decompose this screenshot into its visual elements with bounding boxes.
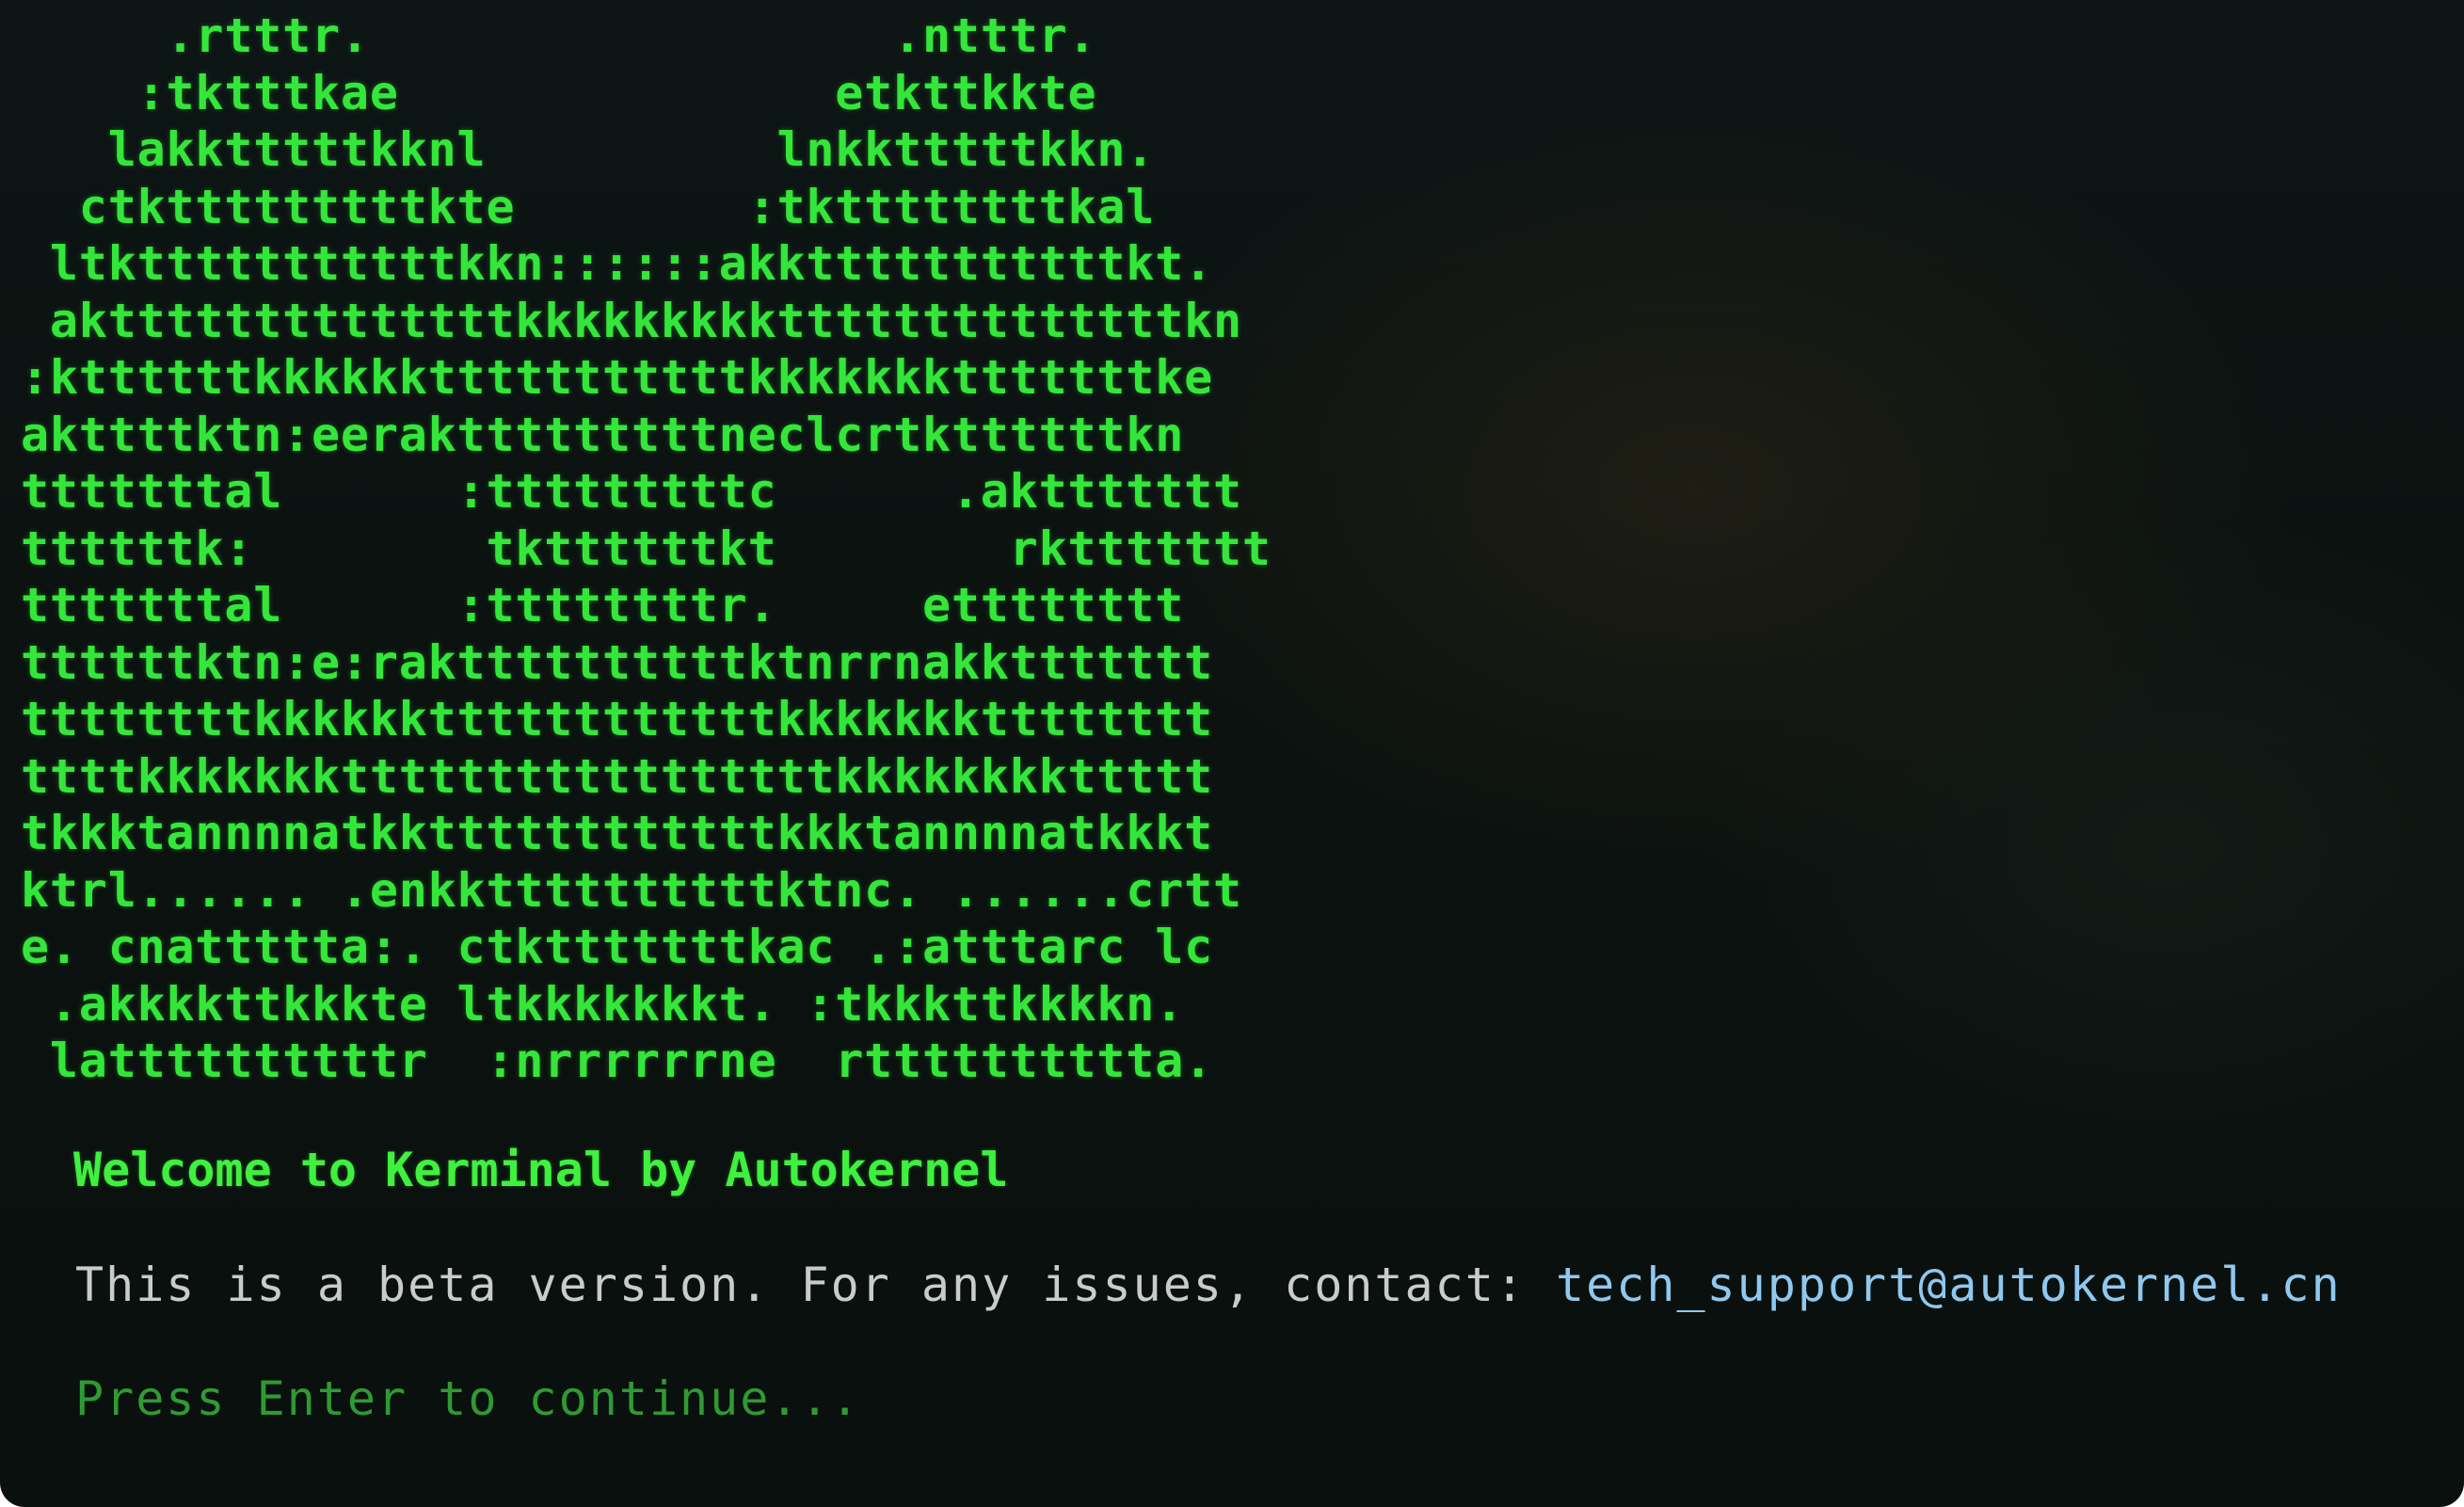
terminal-output: .rtttr. .ntttr. :tktttkae etkttkkte lakk… [21,8,1272,1090]
welcome-suffix: by Autokernel [611,1143,1009,1197]
welcome-message: Welcome to Kerminal by Autokernel [73,1143,1008,1197]
welcome-prefix: Welcome to [73,1143,386,1197]
support-email-link[interactable]: tech_support@autokernel.cn [1556,1258,2342,1312]
terminal-window[interactable]: .rtttr. .ntttr. :tktttkae etkttkkte lakk… [0,0,2464,1507]
beta-message: This is a beta version. For any issues, … [75,1258,1557,1312]
continue-prompt: Press Enter to continue... [75,1371,861,1426]
beta-notice: This is a beta version. For any issues, … [75,1258,2342,1312]
welcome-brand: Kerminal [385,1143,612,1197]
ascii-art-logo: .rtttr. .ntttr. :tktttkae etkttkkte lakk… [21,8,1272,1088]
